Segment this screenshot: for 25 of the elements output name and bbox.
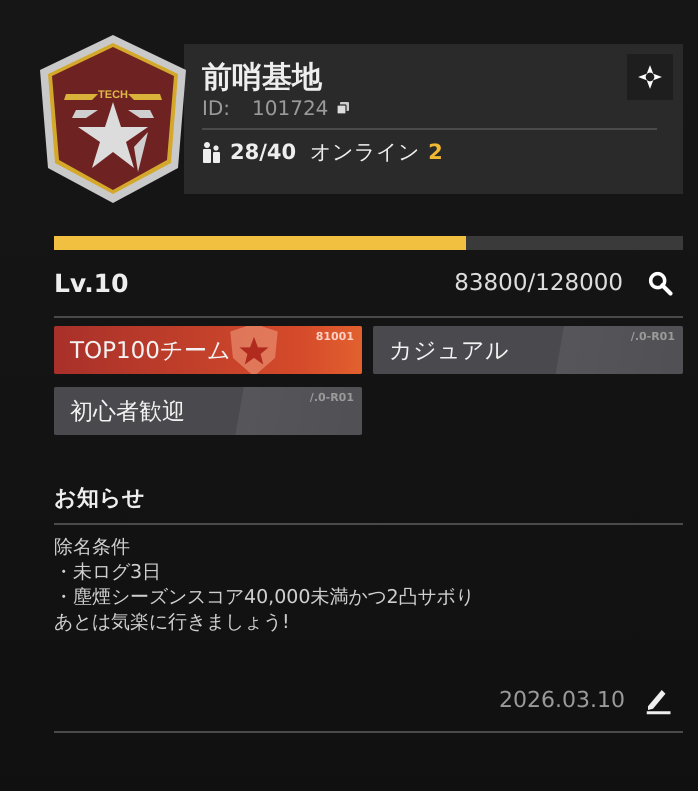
online-count: 2 bbox=[428, 140, 443, 164]
crosshair-icon bbox=[637, 64, 663, 90]
tag-label: 初心者歓迎 bbox=[70, 398, 185, 426]
target-button[interactable] bbox=[627, 54, 673, 100]
team-name: 前哨基地 bbox=[202, 58, 322, 96]
copy-icon[interactable] bbox=[336, 101, 350, 115]
member-count: 28/40 bbox=[230, 140, 296, 164]
online-label: オンライン bbox=[310, 139, 420, 166]
id-label: ID: bbox=[202, 96, 230, 120]
tag-code: /.0-R01 bbox=[310, 391, 354, 404]
notice-line: あとは気楽に行きましょう! bbox=[54, 610, 291, 635]
team-id: 101724 bbox=[252, 96, 328, 120]
notice-title: お知らせ bbox=[54, 485, 146, 513]
tag-code: 81001 bbox=[316, 330, 354, 343]
search-icon bbox=[646, 269, 674, 297]
tag-label: TOP100チーム bbox=[70, 336, 231, 366]
notice-line: ・未ログ3日 bbox=[54, 560, 162, 585]
tag-label: カジュアル bbox=[389, 336, 509, 366]
tag-code: /.0-R01 bbox=[630, 330, 675, 343]
notice-line: ・塵煙シーズンスコア40,000未満かつ2凸サボり bbox=[54, 585, 476, 610]
notice-line: 除名条件 bbox=[54, 535, 131, 560]
exp-value: 83800/128000 bbox=[454, 270, 623, 296]
team-level: Lv.10 bbox=[54, 268, 130, 298]
members-icon bbox=[202, 141, 222, 163]
notice-date: 2026.03.10 bbox=[499, 688, 625, 712]
